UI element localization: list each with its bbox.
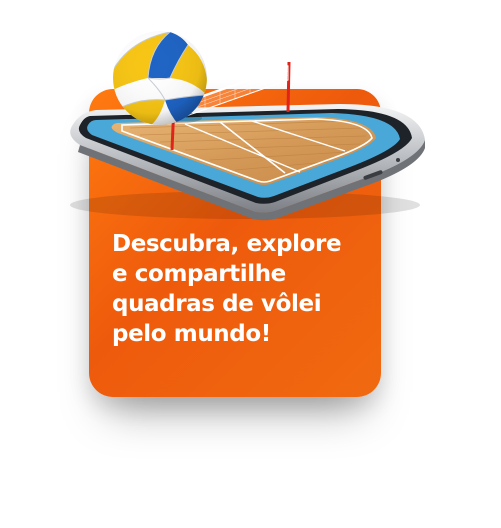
headline: Descubra, explore e compartilhe quadras …: [112, 229, 374, 349]
headline-line-3: quadras de vôlei: [112, 291, 322, 317]
headline-line-2: e compartilhe: [112, 261, 286, 287]
promo-card-container: Descubra, explore e compartilhe quadras …: [0, 0, 501, 528]
headline-line-4: pelo mundo!: [112, 321, 271, 347]
headline-line-1: Descubra, explore: [112, 231, 342, 257]
